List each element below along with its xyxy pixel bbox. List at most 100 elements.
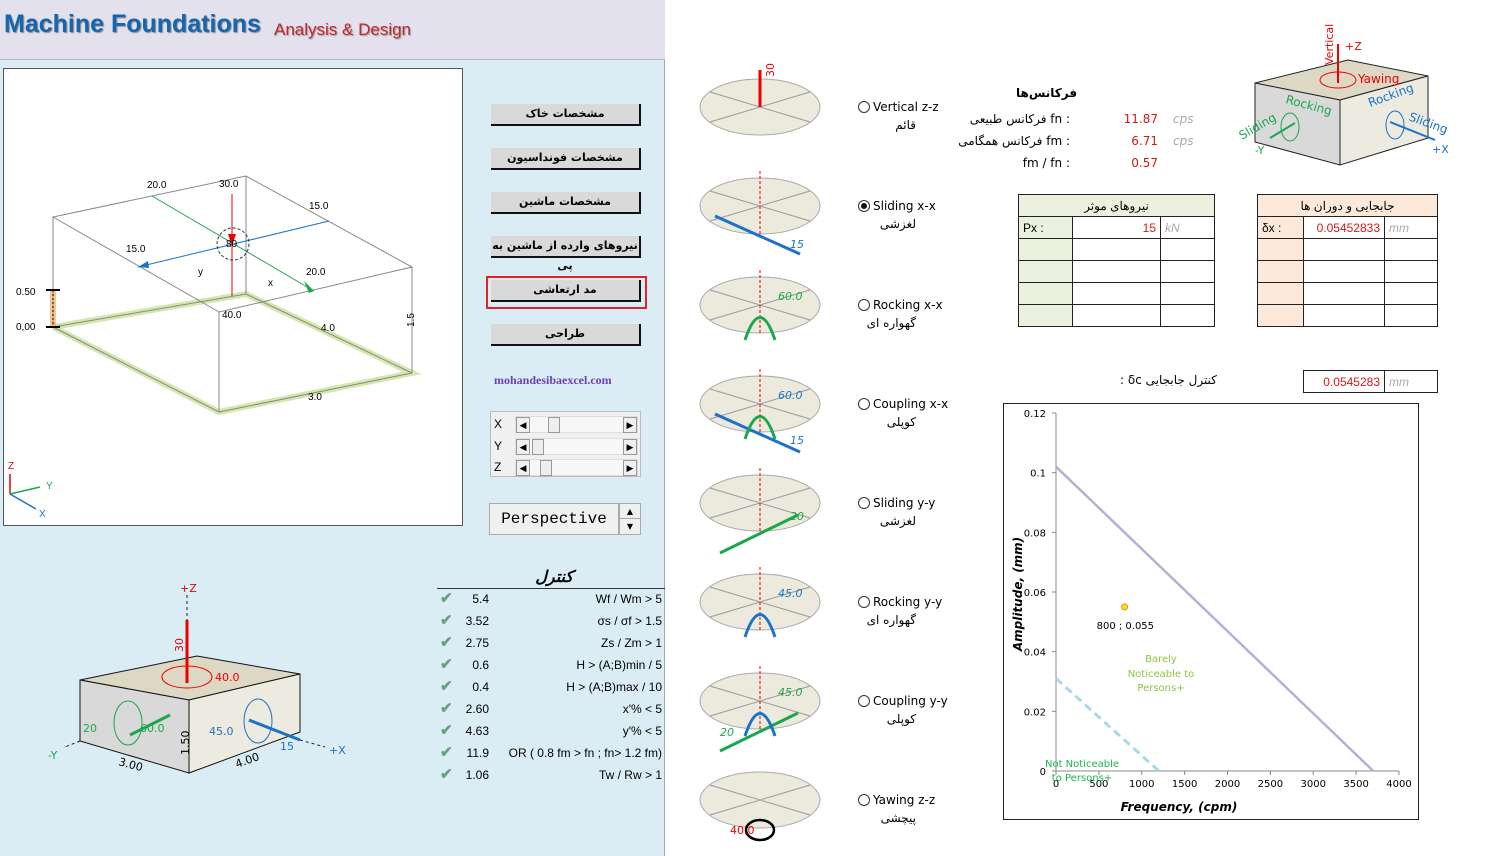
machine-loads-button[interactable]: نیروهای وارده از ماشین به پی (491, 236, 641, 272)
y-tick-label: 0.08 (1024, 528, 1046, 539)
frequency-label: فرکانس همگامی fm : (958, 134, 1070, 148)
rocking-x-label: 45.0 (209, 725, 234, 738)
check-icon: ✔ (440, 590, 453, 607)
amplitude-frequency-chart: 0 500 1000 1500 2000 2500 3000 3500 4000 0 0.02 0.0… (1003, 403, 1419, 820)
radio-icon[interactable] (858, 695, 870, 707)
mode-radio[interactable]: Rocking y-y گهواره ای (858, 595, 942, 627)
mode-legend-diagram: Vertical +Z Yawing Rocking Sliding -Y Ro… (1237, 24, 1450, 166)
scroll-left-icon[interactable]: ◀ (516, 417, 530, 433)
mode-value: 45.0 (778, 587, 803, 600)
displacement-label: δx : (1257, 216, 1304, 239)
plus-x-label: +X (329, 744, 346, 757)
scroll-right-icon[interactable]: ▶ (623, 417, 637, 433)
scroll-left-icon[interactable]: ◀ (516, 460, 530, 476)
mode-value: 20 (720, 726, 734, 739)
radio-icon[interactable] (858, 398, 870, 410)
scroll-thumb[interactable] (540, 460, 552, 476)
check-icon: ✔ (440, 744, 453, 761)
vertical-force-label: 30 (173, 638, 186, 652)
displacement-unit: mm (1384, 216, 1438, 239)
zone-annotation: Not Noticeable (1045, 759, 1119, 770)
y-tick-label: 0.06 (1024, 588, 1046, 599)
control-value: 1.06 (465, 768, 489, 782)
control-row: ✔ 1.06 Tw / Rw > 1 (437, 765, 665, 787)
plus-z-legend: +Z (1345, 40, 1362, 53)
mode-radio[interactable]: Rocking x-x گهواره ای (858, 298, 943, 330)
control-condition: y'% < 5 (622, 724, 662, 738)
soil-properties-button[interactable]: مشخصات خاک (491, 104, 641, 126)
rotation-y-scrollbar[interactable]: ◀ ▶ (515, 438, 638, 455)
control-condition: Wf / Wm > 5 (595, 592, 662, 606)
rocking-y-label: 60.0 (140, 722, 165, 735)
frequency-value: 6.71 (1131, 134, 1158, 148)
rotation-z-scrollbar[interactable]: ◀ ▶ (515, 459, 638, 476)
foundation-block-diagram: +Z -Y +X 30 40.0 20 60.0 45.0 15 1.50 3.… (48, 582, 346, 774)
scroll-right-icon[interactable]: ▶ (623, 460, 637, 476)
yawing-legend: Yawing (1357, 72, 1399, 86)
height-label: 1.50 (179, 731, 192, 756)
mode-label-fa: پیچشی (880, 811, 916, 825)
mode-radio[interactable]: Coupling y-y کوپلی (858, 694, 948, 726)
mode-diagram: 45.0 20 (699, 666, 821, 753)
mode-value: 45.0 (778, 686, 803, 699)
rotation-z-label: Z (494, 460, 502, 474)
plus-z-label: +Z (180, 582, 197, 595)
mode-radio[interactable]: Coupling x-x کوپلی (858, 397, 948, 429)
viewport-label: 20.0 (306, 267, 326, 278)
plus-x-legend: +X (1432, 143, 1449, 156)
spin-down-icon[interactable]: ▼ (620, 519, 640, 534)
spin-up-icon[interactable]: ▲ (620, 504, 640, 519)
scroll-thumb[interactable] (532, 439, 544, 455)
frequency-value: 11.87 (1123, 112, 1158, 126)
control-row: ✔ 2.75 Zs / Zm > 1 (437, 633, 665, 655)
mode-diagram: 60.0 15 (699, 369, 821, 454)
control-row: ✔ 5.4 Wf / Wm > 5 (437, 589, 665, 611)
scroll-right-icon[interactable]: ▶ (623, 439, 637, 455)
vibration-mode-button[interactable]: مد ارتعاشی (491, 280, 641, 302)
frequency-unit: cps (1173, 112, 1194, 126)
mode-label-en: Coupling x-x (873, 397, 949, 411)
frequency-label: fm / fn : (1022, 156, 1070, 170)
frequency-value: 0.57 (1131, 156, 1158, 170)
control-condition: OR ( 0.8 fm > fn ; fn> 1.2 fm) (508, 746, 662, 760)
radio-icon[interactable] (858, 299, 870, 311)
displacement-control-unit: mm (1384, 370, 1438, 393)
y-tick-label: 0.12 (1024, 409, 1046, 420)
control-row: ✔ 4.63 y'% < 5 (437, 721, 665, 743)
design-button[interactable]: طراحی (491, 324, 641, 346)
data-point (1121, 603, 1129, 611)
scroll-left-icon[interactable]: ◀ (516, 439, 530, 455)
website-link[interactable]: mohandesibaexcel.com (494, 373, 612, 388)
control-value: 0.4 (472, 680, 489, 694)
x-tick-label: 3000 (1301, 779, 1326, 790)
control-condition: σs / σf > 1.5 (597, 614, 662, 628)
radio-icon[interactable] (858, 596, 870, 608)
x-tick-label: 1500 (1172, 779, 1197, 790)
scroll-thumb[interactable] (548, 417, 560, 433)
viewport-label: 4.0 (321, 323, 335, 334)
projection-field[interactable]: Perspective (489, 503, 619, 535)
foundation-properties-button[interactable]: مشخصات فونداسیون (491, 148, 641, 170)
3d-viewport[interactable]: 20.0 30.0 15.0 15.0 20.0 80 y x 40.0 0.5… (3, 68, 463, 526)
mode-label-fa: گهواره ای (866, 613, 916, 627)
mode-radio[interactable]: Sliding x-x لغزشی (858, 199, 936, 231)
minus-y-label: -Y (48, 749, 58, 762)
mode-radio[interactable]: Yawing z-z پیچشی (858, 793, 935, 825)
rotation-x-scrollbar[interactable]: ◀ ▶ (515, 416, 638, 433)
machine-properties-button[interactable]: مشخصات ماشین (491, 192, 641, 214)
mode-diagram: 20 (699, 468, 821, 555)
projection-spinner[interactable]: ▲ ▼ (619, 503, 641, 535)
frequency-unit: cps (1173, 134, 1194, 148)
viewport-label: 80 (226, 239, 238, 250)
radio-icon[interactable] (858, 200, 870, 212)
force-value[interactable]: 15 (1072, 216, 1161, 239)
mode-label-fa: لغزشی (879, 217, 916, 231)
rotation-z-row: Z ◀ ▶ (491, 458, 641, 476)
mode-radio[interactable]: Vertical z-z قائم (858, 100, 939, 132)
mode-radio[interactable]: Sliding y-y لغزشی (858, 496, 935, 528)
mode-label-fa: گهواره ای (866, 316, 916, 330)
radio-icon[interactable] (858, 794, 870, 806)
radio-icon[interactable] (858, 497, 870, 509)
app-title: Machine Foundations (4, 10, 261, 38)
radio-icon[interactable] (858, 101, 870, 113)
